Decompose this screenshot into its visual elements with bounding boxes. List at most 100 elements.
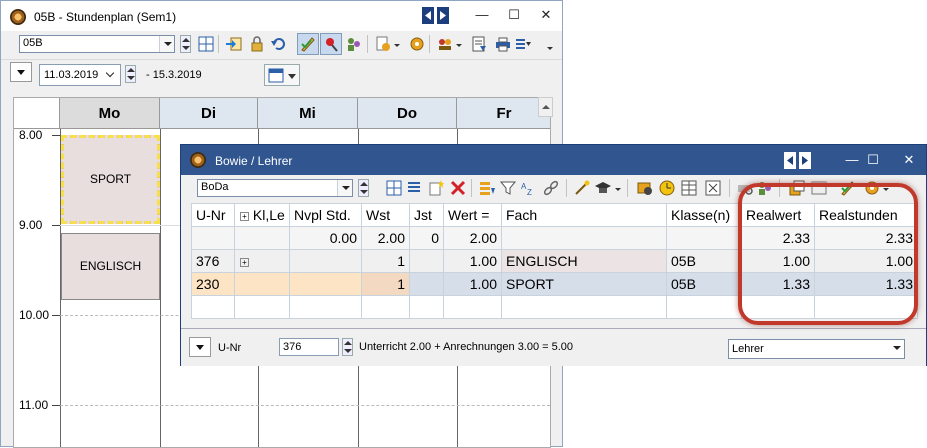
cell-fach[interactable] xyxy=(501,226,667,250)
expand-all-icon[interactable]: + xyxy=(240,211,249,221)
cell-realstunden[interactable]: 1.00 xyxy=(814,249,918,273)
cell-jst[interactable] xyxy=(409,272,444,296)
cell-klle[interactable] xyxy=(234,272,290,296)
close-button[interactable]: ✕ xyxy=(897,150,921,170)
cell-empty[interactable] xyxy=(666,295,742,319)
cell-realwert[interactable]: 1.33 xyxy=(741,272,815,296)
cell-jst[interactable] xyxy=(409,249,444,273)
chevron-down-icon[interactable] xyxy=(889,340,904,358)
link-icon[interactable] xyxy=(543,180,559,196)
grid-layout-icon[interactable] xyxy=(198,36,214,52)
cell-empty[interactable] xyxy=(814,295,918,319)
cell-fach[interactable]: ENGLISCH xyxy=(501,249,667,273)
options-dropdown-button[interactable] xyxy=(10,62,32,82)
date-spinner[interactable] xyxy=(125,65,136,83)
lesson-sport[interactable]: SPORT xyxy=(61,135,160,224)
cell-wert[interactable]: 2.00 xyxy=(443,226,502,250)
cell-klasse[interactable]: 05B xyxy=(666,249,742,273)
teacher-combo[interactable]: BoDa xyxy=(197,179,353,197)
cell-unr[interactable]: 230 xyxy=(191,272,235,296)
unr-input[interactable]: 376 xyxy=(279,338,339,356)
maximize-button[interactable]: ☐ xyxy=(861,150,885,170)
cell-empty[interactable] xyxy=(191,295,235,319)
column-header-realstunden[interactable]: Realstunden xyxy=(814,203,918,227)
maximize-button[interactable]: ☐ xyxy=(502,5,526,25)
minimize-button[interactable]: — xyxy=(470,5,494,25)
copy-icon[interactable] xyxy=(789,180,805,196)
chevron-down-icon[interactable] xyxy=(102,65,120,85)
teachers-icon[interactable] xyxy=(437,36,453,52)
column-header-realwert[interactable]: Realwert xyxy=(741,203,815,227)
people-icon[interactable] xyxy=(757,180,773,196)
day-header-di[interactable]: Di xyxy=(160,98,258,129)
list-icon[interactable] xyxy=(406,180,422,196)
next-arrow-button[interactable] xyxy=(799,152,811,169)
column-header-klle[interactable]: + Kl,Le xyxy=(234,203,290,227)
edit-tool-button[interactable] xyxy=(297,33,319,55)
cell-empty[interactable] xyxy=(361,295,410,319)
table-row-selected[interactable]: 230 1 1.00 SPORT 05B 1.33 1.33 xyxy=(191,272,918,296)
cell-realwert[interactable]: 1.00 xyxy=(741,249,815,273)
import-icon[interactable] xyxy=(226,36,242,52)
scroll-up-button[interactable] xyxy=(538,97,553,117)
dropdown-arrow-icon[interactable] xyxy=(394,44,400,47)
gear-icon[interactable] xyxy=(409,36,425,52)
cell-nvpl[interactable] xyxy=(289,249,362,273)
cell-klasse[interactable] xyxy=(666,226,742,250)
cell-realstunden[interactable]: 2.33 xyxy=(814,226,918,250)
pin-tool-button[interactable] xyxy=(320,33,342,55)
print-icon[interactable] xyxy=(495,36,511,52)
lock-icon[interactable] xyxy=(249,36,265,52)
cell-fach[interactable]: SPORT xyxy=(501,272,667,296)
cell-unr[interactable]: 376 xyxy=(191,249,235,273)
list-filter-icon[interactable] xyxy=(515,36,531,52)
filter-icon[interactable] xyxy=(500,180,516,196)
cell-wst[interactable]: 1 xyxy=(361,249,410,273)
column-header-fach[interactable]: Fach xyxy=(501,203,667,227)
export-icon[interactable] xyxy=(471,36,487,52)
prev-arrow-button[interactable] xyxy=(422,7,434,24)
prev-arrow-button[interactable] xyxy=(784,152,796,169)
class-spinner[interactable] xyxy=(180,35,191,53)
dropdown-arrow-icon[interactable] xyxy=(615,188,621,191)
cell-empty[interactable] xyxy=(234,295,290,319)
close-button[interactable]: ✕ xyxy=(534,5,558,25)
cell-wert[interactable]: 1.00 xyxy=(443,272,502,296)
sort-options-button[interactable] xyxy=(189,337,211,357)
cell-wert[interactable]: 1.00 xyxy=(443,249,502,273)
teacher-spinner[interactable] xyxy=(358,179,369,197)
day-header-fr[interactable]: Fr xyxy=(457,98,550,129)
grid-layout-icon[interactable] xyxy=(386,180,402,196)
date-from-picker[interactable]: 11.03.2019 xyxy=(39,64,121,86)
delete-icon[interactable] xyxy=(450,180,466,196)
pencil-check-icon[interactable] xyxy=(840,180,856,196)
column-header-nvpl[interactable]: Nvpl Std. xyxy=(289,203,362,227)
class-combo[interactable]: 05B xyxy=(19,35,175,53)
cell-empty[interactable] xyxy=(501,295,667,319)
column-header-unr[interactable]: U-Nr xyxy=(191,203,235,227)
gear-icon[interactable] xyxy=(864,180,880,196)
cell-klle[interactable]: + xyxy=(234,249,290,273)
undo-icon[interactable] xyxy=(271,36,287,52)
print-preview-icon[interactable] xyxy=(737,180,753,196)
cell-empty[interactable] xyxy=(289,295,362,319)
table-row-totals[interactable]: 0.00 2.00 0 2.00 2.33 2.33 xyxy=(191,226,918,250)
dropdown-arrow-icon[interactable] xyxy=(456,44,462,47)
chevron-down-icon[interactable] xyxy=(159,36,174,52)
cell-wst[interactable]: 1 xyxy=(361,272,410,296)
expand-row-icon[interactable]: + xyxy=(240,257,249,267)
cell-realstunden[interactable]: 1.33 xyxy=(814,272,918,296)
coins-icon[interactable] xyxy=(637,180,653,196)
column-header-klasse[interactable]: Klasse(n) xyxy=(666,203,742,227)
new-item-icon[interactable] xyxy=(428,180,444,196)
close-list-icon[interactable] xyxy=(705,180,721,196)
column-header-wert[interactable]: Wert = xyxy=(443,203,502,227)
view-type-combo[interactable]: Lehrer xyxy=(728,339,905,359)
table-row[interactable]: 376 + 1 1.00 ENGLISCH 05B 1.00 1.00 xyxy=(191,249,918,273)
cell-klasse[interactable]: 05B xyxy=(666,272,742,296)
next-arrow-button[interactable] xyxy=(437,7,449,24)
day-header-do[interactable]: Do xyxy=(358,98,457,129)
cell-klle[interactable] xyxy=(234,226,290,250)
graduation-icon[interactable] xyxy=(595,180,611,196)
column-header-jst[interactable]: Jst xyxy=(409,203,444,227)
